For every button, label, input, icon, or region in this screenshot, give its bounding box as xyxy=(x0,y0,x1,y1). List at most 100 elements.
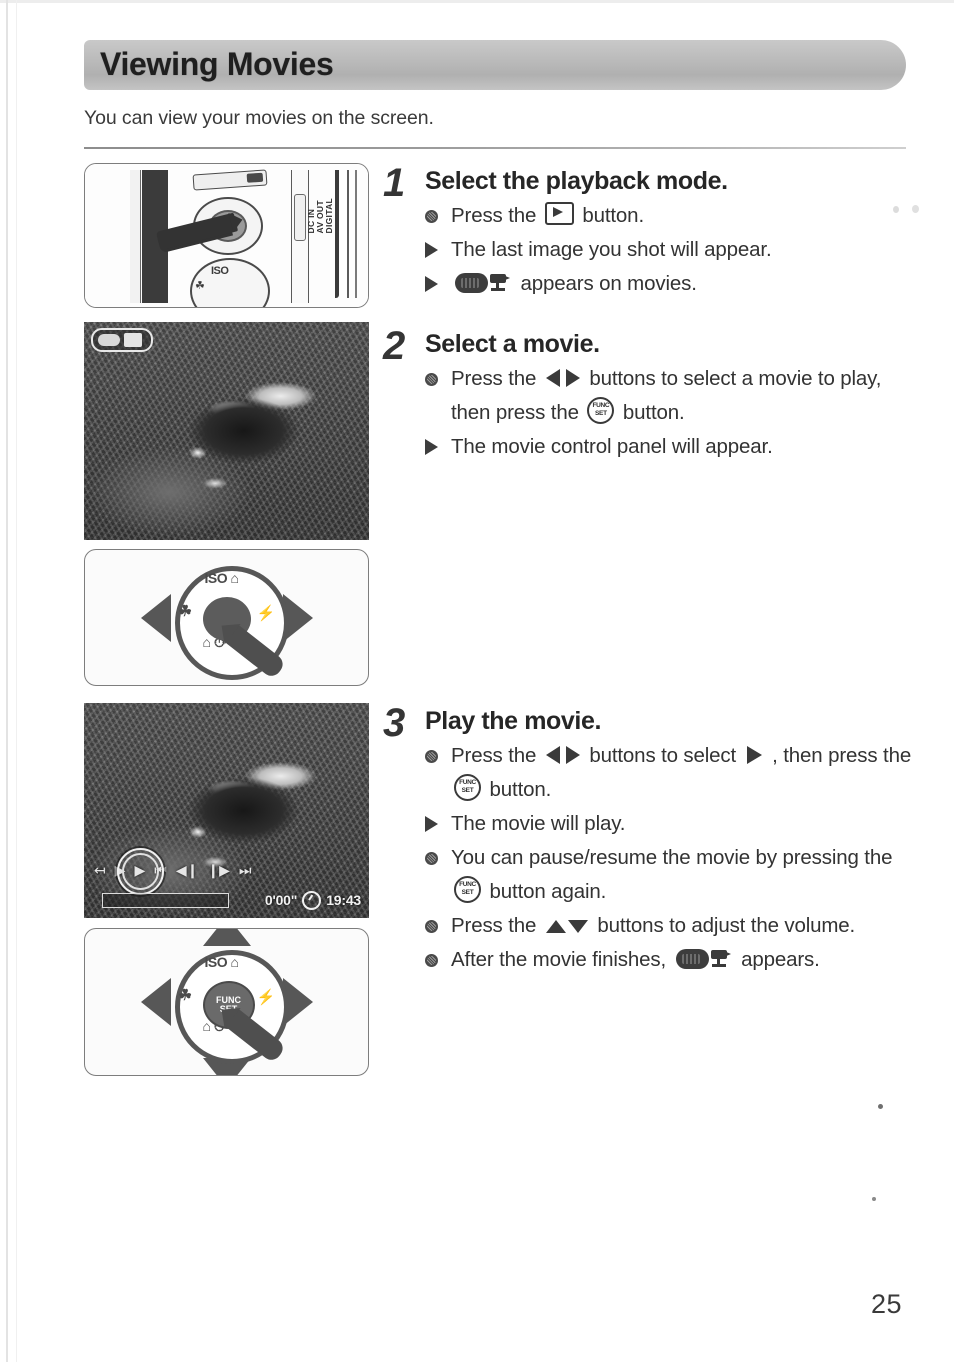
movie-camera-base xyxy=(711,964,726,967)
step-instruction-list: Press the buttons to select , then press… xyxy=(425,739,913,977)
movie-badge-overlay-icon xyxy=(91,328,153,352)
movie-badge-camera-glyph xyxy=(124,333,142,347)
arrow-marker xyxy=(425,807,451,841)
instruction-line: After the movie finishes, appears. xyxy=(425,943,913,977)
selection-highlight-ring-inner xyxy=(122,853,159,890)
screenshot-movie-thumbnail xyxy=(84,322,369,540)
step-number: 2 xyxy=(383,324,406,368)
instruction-text: The movie will play. xyxy=(451,812,626,835)
intro-text: You can view your movies on the screen. xyxy=(84,107,434,129)
scan-speckle xyxy=(878,1104,883,1109)
horizontal-divider xyxy=(84,147,906,149)
func-set-icon-bottom-label: SET xyxy=(595,410,607,417)
bullet-marker xyxy=(425,199,451,233)
instruction-text: Press the button. xyxy=(451,202,644,227)
instruction-line: You can pause/resume the movie by pressi… xyxy=(425,841,913,909)
movie-camera-glyph-icon xyxy=(710,950,731,968)
camera-body-graphic: ISO ☘ DC IN AV OUT DIGITAL xyxy=(85,164,368,307)
left-right-arrows-icon xyxy=(545,745,580,765)
movie-badge-pill xyxy=(98,334,120,346)
instruction-line: Press the buttons to select , then press… xyxy=(425,739,913,807)
camera-port-label: DC IN AV OUT DIGITAL xyxy=(306,198,334,234)
func-set-icon: FUNC SET xyxy=(454,774,481,801)
step-heading: Play the movie. xyxy=(425,707,602,735)
movie-progress-row: 0'00" 19:43 xyxy=(92,890,361,910)
screenshot-movie-playing: ↤ ▶ ▶ ⏮ ◀❙ ❙▶ ⏭ 0'00" 19:43 xyxy=(84,703,369,918)
instruction-text: Press the buttons to select , then press… xyxy=(451,744,912,801)
instruction-text: Press the buttons to adjust the volume. xyxy=(451,914,856,937)
instruction-text: You can pause/resume the movie by pressi… xyxy=(451,846,893,903)
instruction-text: appears on movies. xyxy=(451,267,913,301)
camera-port-hole xyxy=(294,194,306,241)
instruction-step-3: 3 Play the movie. Press the buttons to sel… xyxy=(383,703,913,977)
left-right-arrows-icon xyxy=(545,368,580,388)
movie-progress-bar xyxy=(102,892,229,908)
dial-graphic: ISO ⌂ ☘ ⚡ ⌂ ⏱ FUNC SET xyxy=(85,929,368,1075)
bullet-marker xyxy=(425,909,451,943)
func-set-icon-bottom-label: SET xyxy=(461,889,474,896)
movie-time-readout: 0'00" 19:43 xyxy=(264,890,361,910)
arrow-marker xyxy=(425,430,451,464)
result-arrow-icon xyxy=(425,242,438,258)
page-number: 25 xyxy=(870,1289,902,1319)
scan-speckle xyxy=(872,1197,876,1201)
action-bullet-icon xyxy=(425,953,438,967)
bullet-marker xyxy=(425,943,451,977)
movie-badge-icon xyxy=(455,272,511,295)
elapsed-time: 0'00" xyxy=(264,892,298,908)
dial-top-label: ISO ⌂ xyxy=(204,954,239,970)
movie-badge-pill xyxy=(675,949,709,969)
movie-camera-glyph-icon xyxy=(490,274,510,292)
movie-badge-icon xyxy=(675,948,732,971)
photo-dog-in-grass xyxy=(84,322,369,540)
movie-control-panel: ↤ ▶ ▶ ⏮ ◀❙ ❙▶ ⏭ 0'00" 19:43 xyxy=(84,846,369,918)
camera-dial-macro-icon: ☘ xyxy=(195,280,205,292)
scan-speckle xyxy=(912,205,919,213)
arrow-marker xyxy=(425,233,451,267)
movie-camera-base xyxy=(491,288,505,291)
dial-left-arrow-icon xyxy=(140,593,171,642)
illustration-dial-left-right: ISO ⌂ ☘ ⚡ ⌂ ⏱ xyxy=(84,549,369,686)
step-heading: Select a movie. xyxy=(425,330,600,358)
action-bullet-icon xyxy=(425,209,438,223)
manual-page: Viewing Movies You can view your movies … xyxy=(0,0,954,1362)
dial-right-label: ⚡ xyxy=(256,989,276,1006)
up-down-arrows-icon xyxy=(545,916,588,936)
illustration-dial-all-directions: ISO ⌂ ☘ ⚡ ⌂ ⏱ FUNC SET xyxy=(84,928,369,1076)
dial-right-label: ⚡ xyxy=(256,604,276,622)
instruction-line: The last image you shot will appear. xyxy=(425,233,913,267)
instruction-text: After the movie finishes, appears. xyxy=(451,948,820,971)
dial-left-label: ☘ xyxy=(178,987,192,1004)
clock-time: 19:43 xyxy=(326,892,361,908)
func-set-icon: FUNC SET xyxy=(454,876,481,903)
instruction-line: appears on movies. xyxy=(425,267,913,301)
func-set-icon-bottom-label: SET xyxy=(461,787,474,794)
instruction-text: The movie control panel will appear. xyxy=(451,435,773,458)
play-triangle-icon xyxy=(746,746,762,764)
movie-camera-lens xyxy=(503,275,510,281)
dial-top-label: ISO ⌂ xyxy=(204,569,239,586)
bullet-marker xyxy=(425,362,451,396)
instruction-line: Press the buttons to select a movie to p… xyxy=(425,362,913,430)
page-title: Viewing Movies xyxy=(100,46,334,82)
step-instruction-list: Press the button. The last image you shot… xyxy=(425,199,913,301)
dial-graphic: ISO ⌂ ☘ ⚡ ⌂ ⏱ xyxy=(85,550,368,685)
camera-dial-iso-label: ISO xyxy=(211,265,229,277)
camera-right-edge-3 xyxy=(355,170,357,298)
instruction-text: The last image you shot will appear. xyxy=(451,238,772,261)
camera-top-controls xyxy=(192,169,268,191)
camera-lcd-edge xyxy=(130,170,141,303)
dial-left-arrow-icon xyxy=(140,978,171,1026)
action-bullet-icon xyxy=(425,749,438,763)
result-arrow-icon xyxy=(425,439,438,455)
bullet-marker xyxy=(425,841,451,875)
step-number: 1 xyxy=(383,161,406,205)
previous-frame-icon: ◀❙ xyxy=(175,862,199,878)
instruction-line: The movie control panel will appear. xyxy=(425,430,913,464)
func-set-icon-top-label: FUNC xyxy=(592,402,610,409)
step-instruction-list: Press the buttons to select a movie to p… xyxy=(425,362,913,464)
instruction-step-1: 1 Select the playback mode. Press the butt… xyxy=(383,161,913,301)
action-bullet-icon xyxy=(425,372,438,386)
step-heading: Select the playback mode. xyxy=(425,167,728,195)
func-set-icon: FUNC SET xyxy=(587,397,615,424)
